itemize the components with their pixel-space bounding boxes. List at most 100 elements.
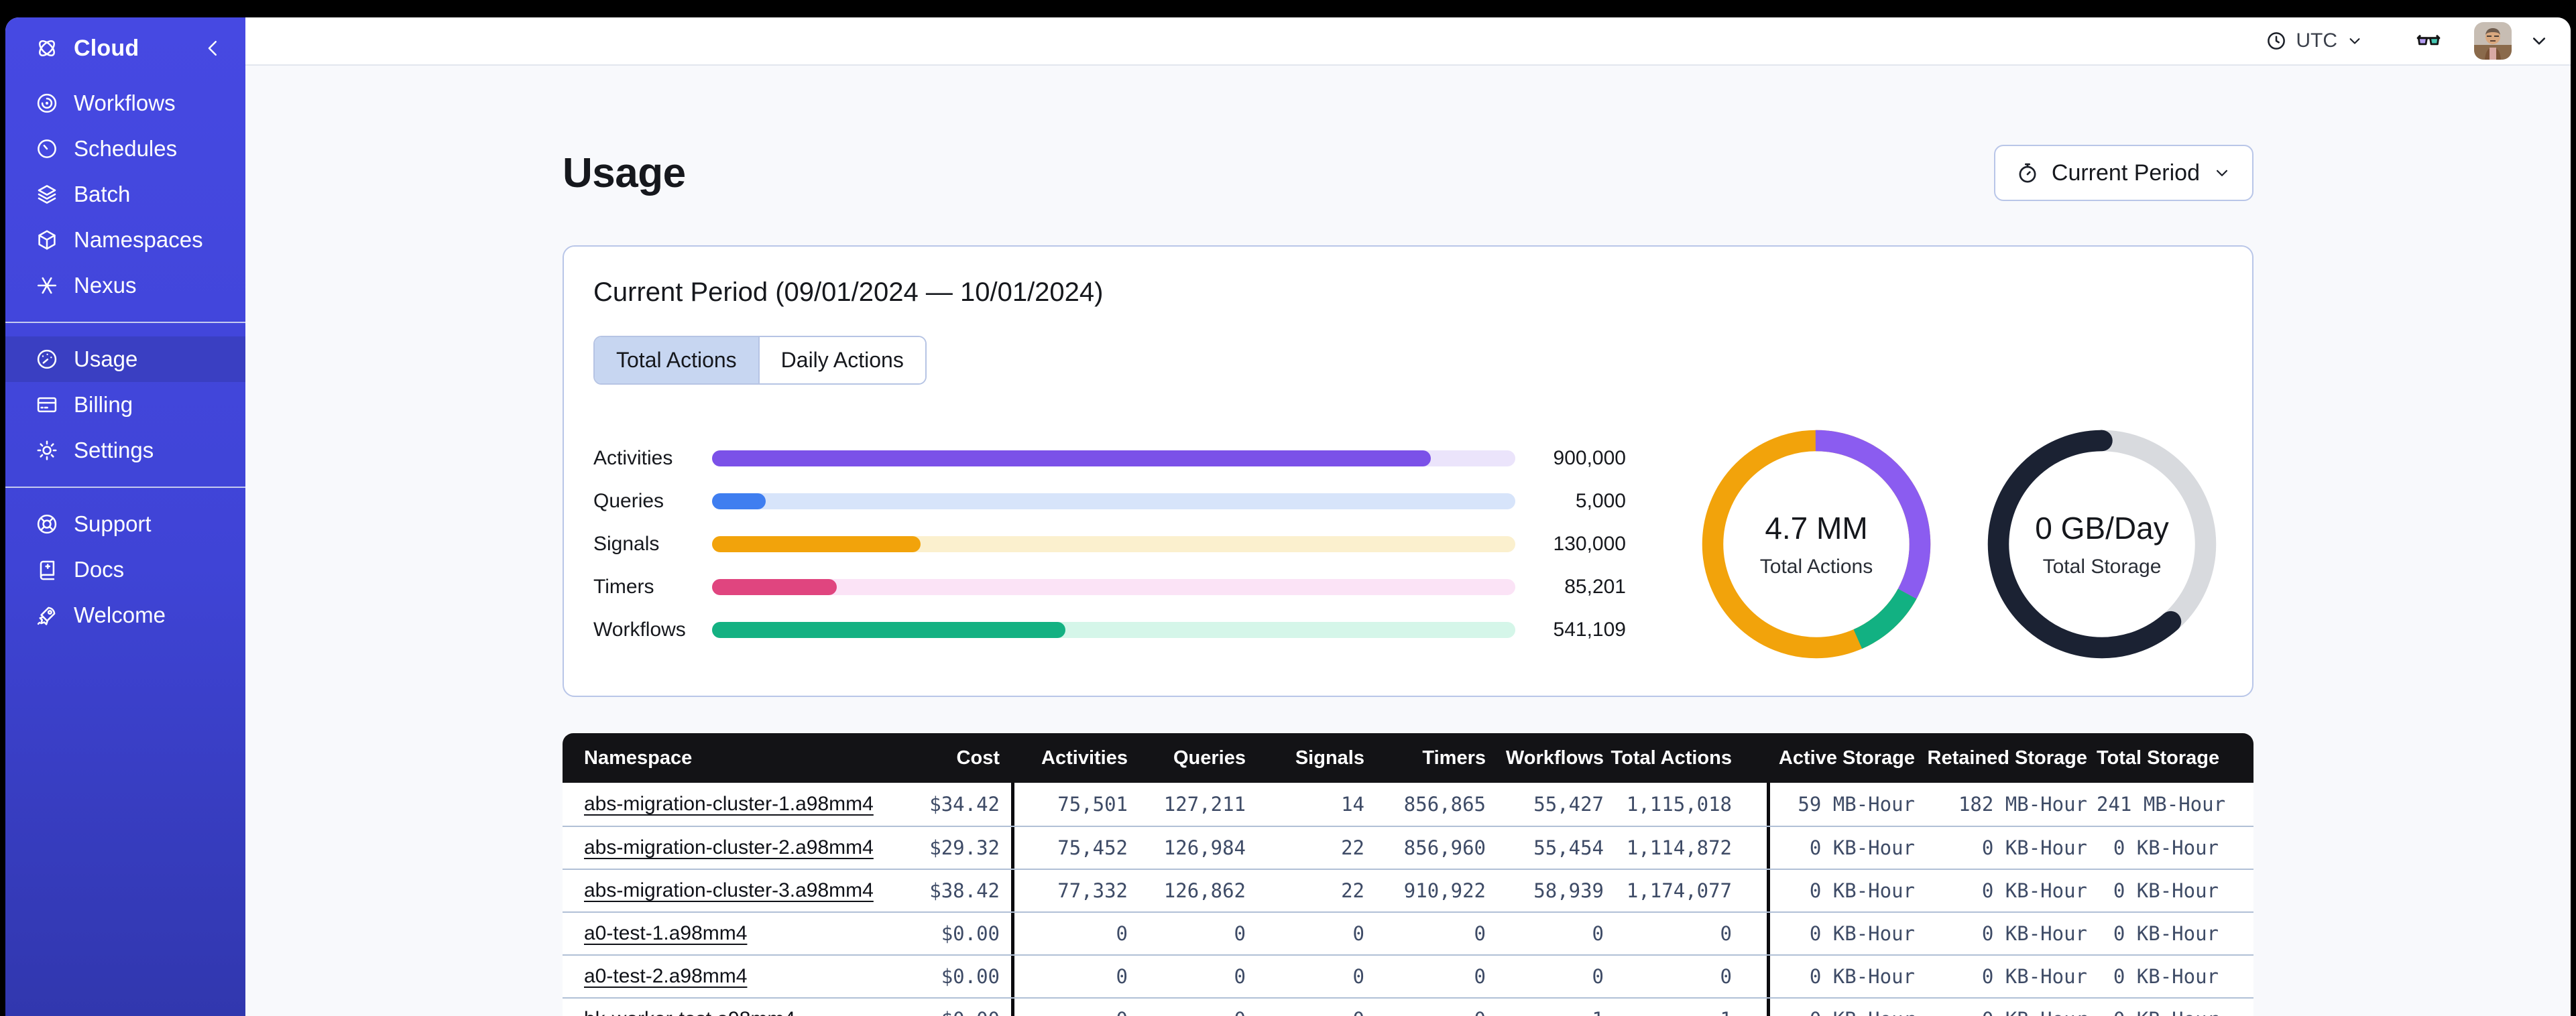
value-cell: 856,960 bbox=[1403, 836, 1486, 859]
sidebar-item-settings[interactable]: Settings bbox=[5, 428, 245, 473]
sidebar-item-support[interactable]: Support bbox=[5, 501, 245, 547]
sidebar-item-label: Namespaces bbox=[74, 227, 203, 252]
bar-label: Signals bbox=[593, 533, 660, 555]
value-cell: 77,332 bbox=[1057, 879, 1128, 902]
donut-value: 0 GB/Day bbox=[2035, 511, 2169, 546]
value-cell: $38.42 bbox=[845, 870, 1014, 911]
clock-icon bbox=[2265, 29, 2288, 52]
sidebar-item-namespaces[interactable]: Namespaces bbox=[5, 217, 245, 263]
stopwatch-icon bbox=[2015, 161, 2040, 185]
donut-label: Total Actions bbox=[1759, 556, 1873, 578]
value-cell: 910,922 bbox=[1403, 879, 1486, 902]
sidebar-item-nexus[interactable]: Nexus bbox=[5, 263, 245, 308]
sidebar-item-label: Nexus bbox=[74, 273, 137, 298]
glasses-icon[interactable] bbox=[2411, 27, 2446, 55]
bar-label: Activities bbox=[593, 447, 673, 469]
column-header-namespace: Namespace bbox=[584, 747, 693, 769]
content: Usage Current Period Current Period (09/… bbox=[245, 66, 2571, 1016]
tab-daily-actions[interactable]: Daily Actions bbox=[758, 337, 925, 383]
bar-value: 85,201 bbox=[1564, 576, 1626, 598]
sidebar-item-label: Usage bbox=[74, 346, 138, 371]
sidebar-item-label: Support bbox=[74, 511, 152, 536]
sidebar-item-usage[interactable]: Usage bbox=[5, 336, 245, 382]
sidebar-collapse-icon[interactable] bbox=[201, 36, 225, 60]
namespace-link[interactable]: a0-test-2.a98mm4 bbox=[584, 965, 747, 987]
timezone-selector[interactable]: UTC bbox=[2265, 29, 2364, 52]
value-cell: 0 bbox=[1234, 922, 1246, 945]
avatar-image bbox=[2474, 22, 2512, 60]
value-cell: 75,452 bbox=[1057, 836, 1128, 859]
value-cell: 1,174,077 bbox=[1613, 870, 1770, 911]
period-selector-button[interactable]: Current Period bbox=[1993, 145, 2253, 201]
value-cell: 22 bbox=[1341, 879, 1364, 902]
support-icon bbox=[35, 512, 59, 536]
value-cell: 0 bbox=[1352, 965, 1364, 988]
value-cell: 0 KB-Hour bbox=[1809, 922, 1915, 945]
gauge-icon bbox=[35, 347, 59, 371]
value-cell: 0 bbox=[1352, 922, 1364, 945]
table-row: abs-migration-cluster-1.a98mm4 $34.42 75,5… bbox=[563, 783, 2253, 826]
value-cell: $34.42 bbox=[845, 783, 1014, 826]
sidebar-item-label: Batch bbox=[74, 182, 131, 206]
value-cell: 1 bbox=[1613, 999, 1770, 1016]
bar-row-timers: Timers 85,201 bbox=[593, 566, 1626, 609]
sidebar-item-workflows[interactable]: Workflows bbox=[5, 80, 245, 126]
table-row: a0-test-1.a98mm4 $0.00 0 0 0 0 0 0 0 KB-Hour 0 KB… bbox=[563, 911, 2253, 954]
value-cell: 0 bbox=[1255, 1008, 1374, 1016]
value-cell: 0 KB-Hour bbox=[1981, 836, 2087, 859]
bar-row-activities: Activities 900,000 bbox=[593, 437, 1626, 480]
donut-total-storage: 0 GB/Day Total Storage bbox=[1981, 424, 2223, 665]
sidebar-item-schedules[interactable]: Schedules bbox=[5, 126, 245, 172]
app-window: Cloud Workflows Schedules Batch Namespac… bbox=[5, 17, 2571, 1016]
sidebar-item-billing[interactable]: Billing bbox=[5, 382, 245, 428]
namespace-link[interactable]: abs-migration-cluster-2.a98mm4 bbox=[584, 836, 874, 859]
bar-label: Timers bbox=[593, 576, 654, 598]
namespace-usage-table: Namespace Cost Activities Queries Signals Tim… bbox=[563, 733, 2253, 1016]
namespace-cell: abs-migration-cluster-3.a98mm4 bbox=[563, 879, 874, 902]
value-cell: 0 KB-Hour bbox=[2113, 922, 2219, 945]
value-cell: 0 KB-Hour bbox=[1981, 965, 2087, 988]
bar-track bbox=[712, 493, 1515, 509]
namespace-cell: bk-worker-test.a98mm4 bbox=[563, 1008, 845, 1016]
value-cell: 0 bbox=[1116, 965, 1128, 988]
sidebar-item-batch[interactable]: Batch bbox=[5, 172, 245, 217]
value-cell: 0 KB-Hour bbox=[1809, 879, 1915, 902]
value-cell: 75,501 bbox=[1057, 793, 1128, 816]
topbar: UTC bbox=[245, 17, 2571, 66]
value-cell: $0.00 bbox=[845, 913, 1014, 954]
page-title: Usage bbox=[563, 149, 686, 196]
sidebar-item-docs[interactable]: Docs bbox=[5, 547, 245, 592]
value-cell: 55,427 bbox=[1533, 793, 1604, 816]
sidebar-item-label: Docs bbox=[74, 557, 125, 582]
sidebar-item-welcome[interactable]: Welcome bbox=[5, 592, 245, 638]
bar-fill bbox=[712, 536, 921, 552]
period-button-label: Current Period bbox=[2051, 160, 2200, 186]
namespace-link[interactable]: a0-test-1.a98mm4 bbox=[584, 922, 747, 944]
value-cell: 0 bbox=[1592, 965, 1604, 988]
namespace-link[interactable]: bk-worker-test.a98mm4 bbox=[584, 1008, 795, 1016]
chevron-down-icon bbox=[2345, 31, 2364, 50]
namespace-cell: a0-test-1.a98mm4 bbox=[563, 922, 845, 945]
value-cell: 0 KB-Hour bbox=[1924, 1008, 2097, 1016]
current-period-card: Current Period (09/01/2024 — 10/01/2024)… bbox=[563, 245, 2253, 697]
namespace-link[interactable]: abs-migration-cluster-3.a98mm4 bbox=[584, 879, 874, 901]
settings-icon bbox=[35, 438, 59, 462]
tab-total-actions[interactable]: Total Actions bbox=[595, 337, 758, 383]
timezone-label: UTC bbox=[2296, 29, 2337, 52]
namespace-link[interactable]: abs-migration-cluster-1.a98mm4 bbox=[584, 793, 874, 815]
column-header-signals: Signals bbox=[1295, 747, 1364, 769]
donut-value: 4.7 MM bbox=[1765, 511, 1868, 546]
value-cell: 0 bbox=[1474, 922, 1486, 945]
user-avatar[interactable] bbox=[2474, 22, 2512, 60]
sidebar-divider bbox=[5, 322, 245, 323]
billing-icon bbox=[35, 393, 59, 417]
value-cell: 0 bbox=[1234, 965, 1246, 988]
bar-value: 541,109 bbox=[1553, 619, 1626, 641]
bar-fill bbox=[712, 450, 1431, 466]
main-area: UTC Usage Current Period Current Period … bbox=[245, 17, 2571, 1016]
value-cell: 0 bbox=[1613, 913, 1770, 954]
value-cell: 127,211 bbox=[1163, 793, 1246, 816]
account-chevron-down-icon[interactable] bbox=[2528, 29, 2551, 52]
value-cell: $29.32 bbox=[845, 827, 1014, 869]
table-row: abs-migration-cluster-3.a98mm4 $38.42 77,3… bbox=[563, 869, 2253, 911]
